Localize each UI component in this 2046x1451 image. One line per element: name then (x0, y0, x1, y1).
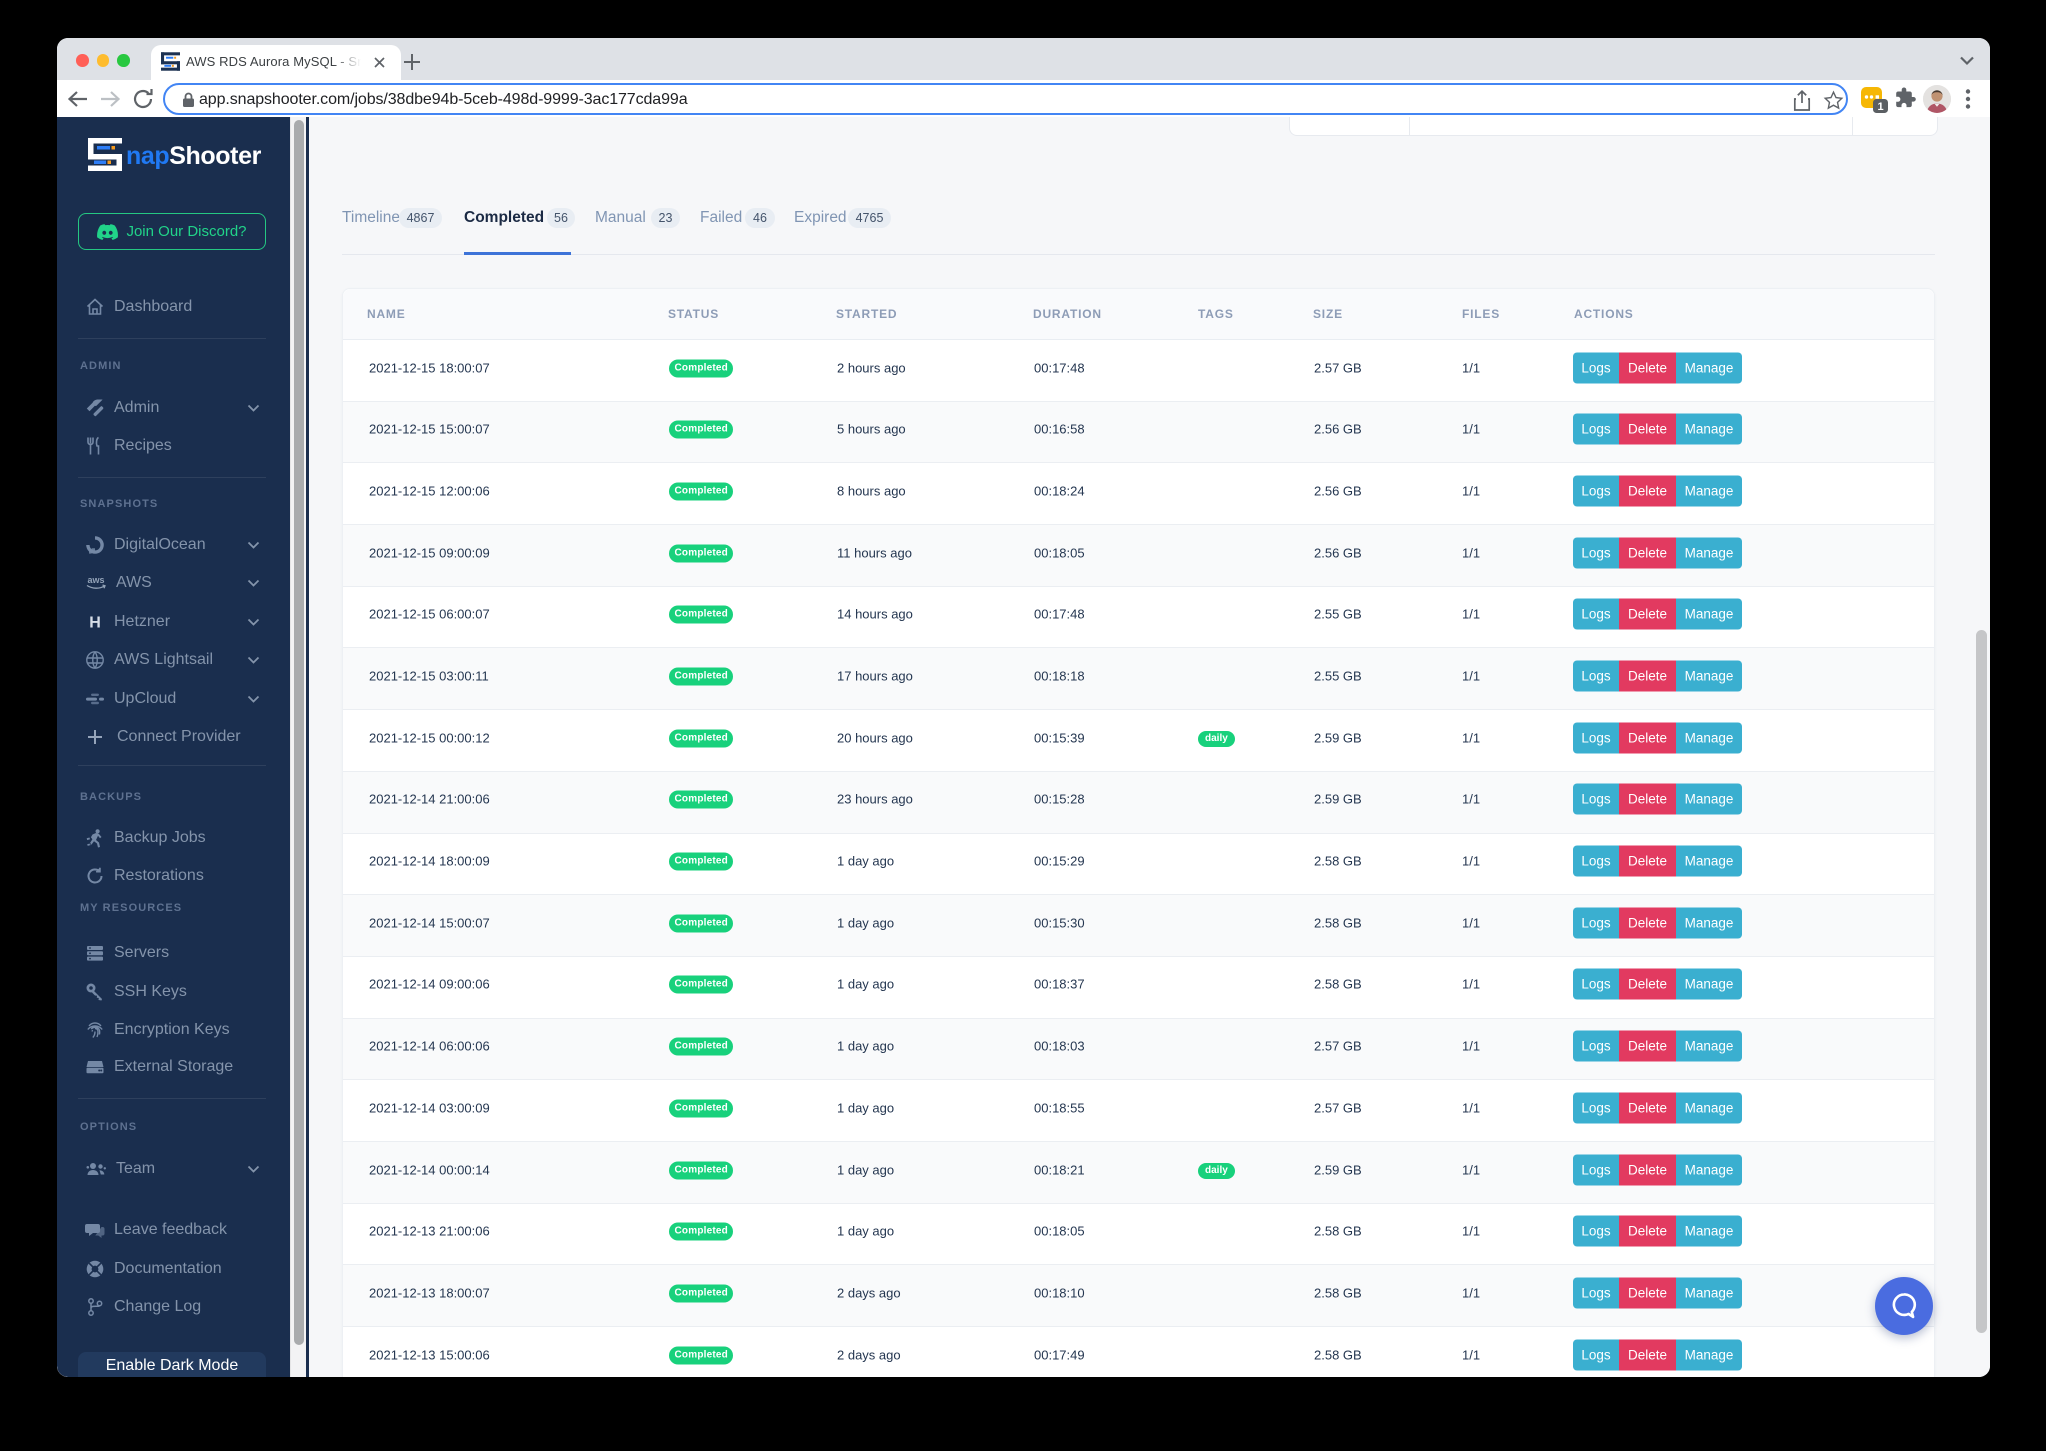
svg-text:aws: aws (87, 575, 104, 585)
svg-text:1: 1 (1877, 101, 1883, 113)
svg-text:H: H (89, 615, 101, 632)
